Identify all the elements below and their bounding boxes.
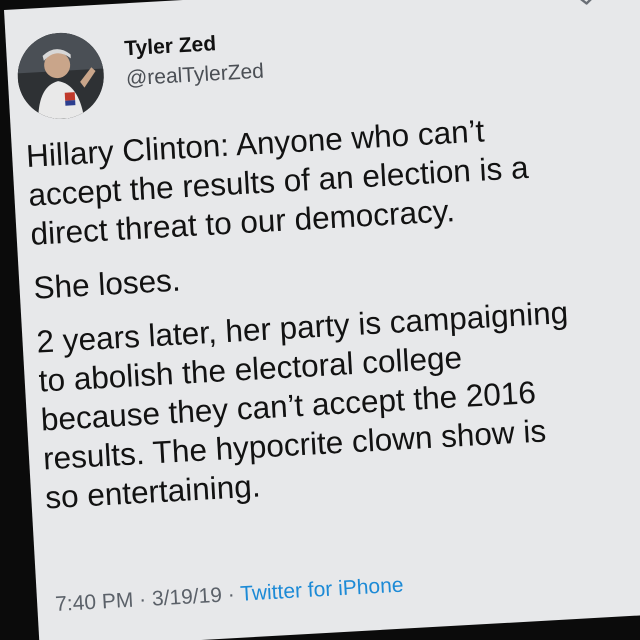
tweet-date[interactable]: 3/19/19: [151, 584, 222, 611]
chevron-down-icon[interactable]: [575, 0, 598, 8]
tweet-text: Hillary Clinton: Anyone who can’t accept…: [25, 104, 640, 533]
tweet-time[interactable]: 7:40 PM: [55, 589, 134, 616]
user-handle[interactable]: @realTylerZed: [125, 60, 264, 92]
separator: ·: [221, 582, 241, 607]
tweet-paragraph: Hillary Clinton: Anyone who can’t accept…: [25, 112, 530, 252]
avatar[interactable]: [15, 30, 107, 122]
display-name[interactable]: Tyler Zed: [124, 32, 217, 61]
tweet-paragraph: 2 years later, her party is campaigning …: [35, 294, 570, 516]
separator: ·: [132, 587, 153, 612]
tweet-source-link[interactable]: Twitter for iPhone: [240, 574, 404, 606]
tweet-card: Tyler Zed @realTylerZed Hillary Clinton:…: [4, 0, 640, 640]
tweet-metadata: 7:40 PM · 3/19/19 · Twitter for iPhone: [55, 574, 404, 617]
